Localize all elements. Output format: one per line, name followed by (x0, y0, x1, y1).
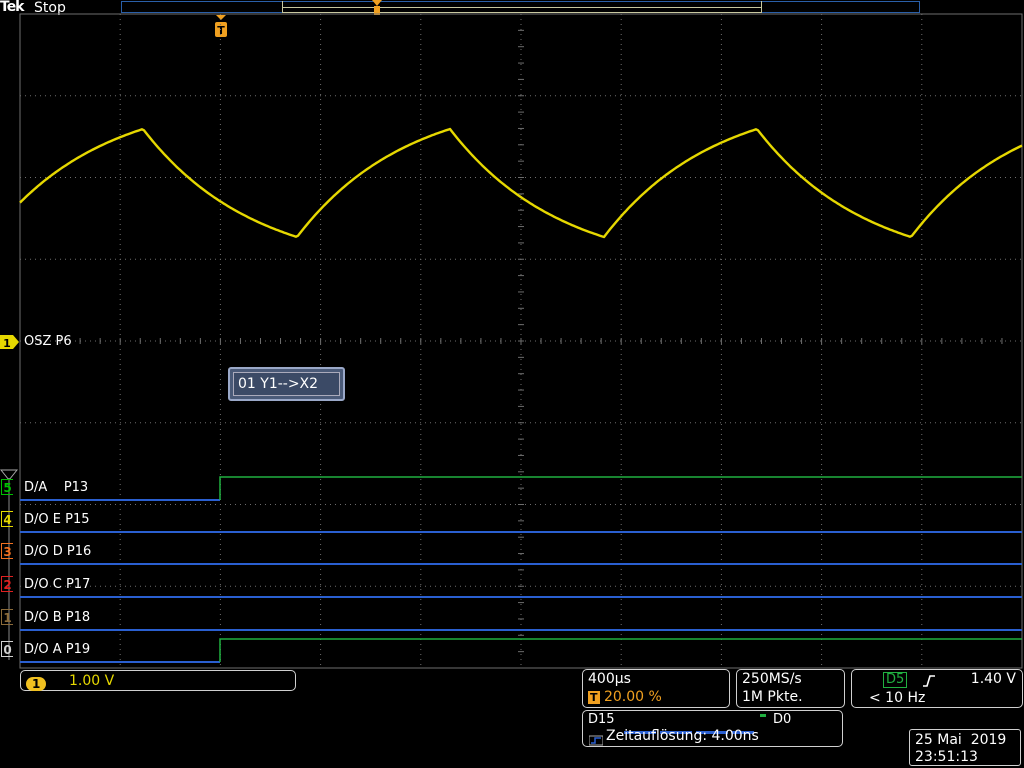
digital-trace-high-0 (219, 638, 1022, 662)
channel-1-scale-readout[interactable]: 1 1.00 V (20, 670, 296, 691)
acquisition-readout[interactable]: 250MS/s 1M Pkte. (736, 669, 845, 708)
digital-group-end: D0 (773, 712, 792, 727)
bus-decode-box[interactable]: 01 Y1-->X2 (228, 367, 345, 401)
trigger-readout[interactable]: D5 1.40 V < 10 Hz (851, 669, 1023, 708)
sample-rate: 250MS/s (742, 671, 802, 687)
digital-channel-badge-4[interactable]: 4 (1, 511, 13, 527)
trigger-position-readout: T 20.00 % (588, 689, 662, 705)
trigger-position-small-icon: T (588, 691, 600, 704)
channel-1-scale-value: 1.00 V (69, 673, 115, 689)
digital-channel-label-0: D/O A P19 (24, 642, 91, 657)
bus-decode-text: 01 Y1-->X2 (238, 376, 319, 392)
graticule (19, 13, 1023, 669)
digital-channel-badge-3[interactable]: 3 (1, 543, 13, 559)
digital-bit-high-indicator (760, 714, 766, 717)
channel-1-marker-number: 1 (3, 337, 11, 350)
channel-1-scale-number: 1 (26, 677, 47, 691)
timing-resolution: Zeitauflösung: 4.00ns (606, 728, 759, 744)
trigger-level: 1.40 V (970, 671, 1016, 687)
trigger-source: D5 (883, 672, 908, 688)
timebase-readout[interactable]: 400µs T 20.00 % (582, 669, 730, 708)
digital-group-bracket (8, 478, 11, 660)
time-per-div: 400µs (588, 671, 631, 687)
channel-1-scale-badge: 1 (26, 673, 47, 692)
digital-channel-label-4: D/O E P15 (24, 512, 90, 527)
digital-resolution-readout[interactable]: D15 D0 Zeitauflösung: 4.00ns (582, 710, 843, 747)
trigger-frequency: < 10 Hz (869, 690, 926, 706)
datetime-readout: 25 Mai 2019 23:51:13 (909, 729, 1021, 766)
waveform-display (19, 13, 1023, 669)
channel-1-marker[interactable]: 1 (0, 334, 20, 354)
digital-channel-badge-1[interactable]: 1 (1, 609, 13, 625)
digital-channel-label-3: D/O D P16 (24, 544, 92, 559)
record-length: 1M Pkte. (742, 689, 803, 705)
trigger-position-value: 20.00 % (603, 689, 662, 705)
digital-channel-badge-5[interactable]: 5 (1, 479, 13, 495)
digital-bits-indicator (624, 721, 754, 734)
digital-channel-label-1: D/O B P18 (24, 610, 91, 625)
time: 23:51:13 (915, 749, 978, 765)
digital-channel-label-2: D/O C P17 (24, 577, 91, 592)
digital-trace-high-5 (219, 476, 1022, 500)
digital-channel-label-5: D/A P13 (24, 480, 89, 495)
scope-screen: Tek Stop T 1 OSZ P6 01 Y1-->X2 5 D/A P13… (0, 0, 1024, 768)
digital-channel-badge-2[interactable]: 2 (1, 576, 13, 592)
channel-1-label: OSZ P6 (24, 334, 72, 349)
digital-group-start: D15 (588, 712, 615, 727)
resolution-icon (588, 731, 604, 750)
digital-channel-badge-0[interactable]: 0 (1, 641, 13, 657)
date: 25 Mai 2019 (915, 732, 1007, 748)
